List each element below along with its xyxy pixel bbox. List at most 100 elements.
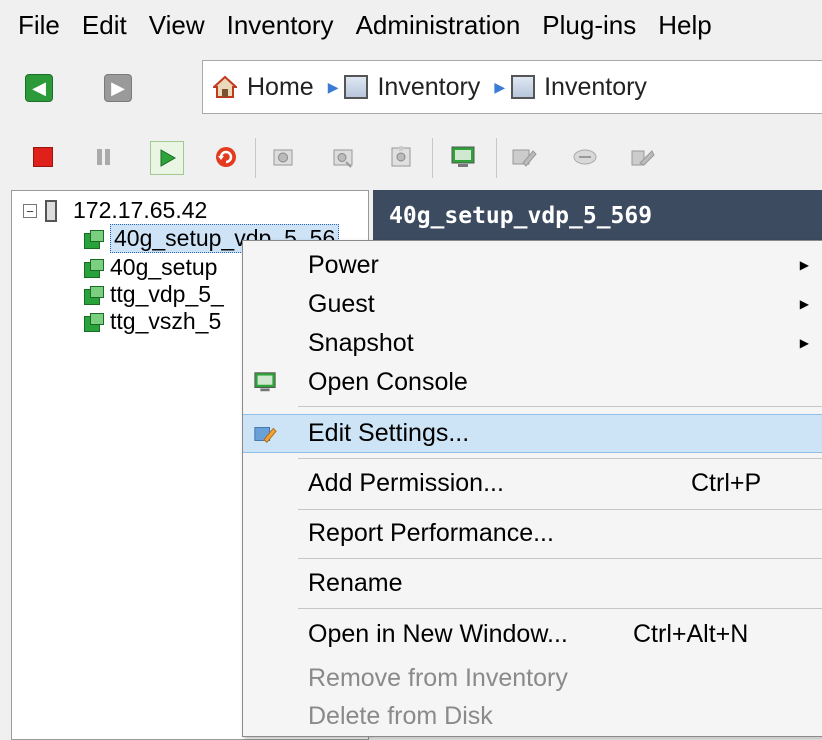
menu-item-shortcut: Ctrl+P (691, 468, 762, 497)
revert-snapshot-icon (333, 149, 353, 168)
menu-item-label: Guest (308, 289, 375, 318)
vm-icon (84, 258, 104, 278)
menu-view[interactable]: View (138, 10, 216, 41)
menu-item-shortcut: Ctrl+Alt+N (633, 619, 749, 648)
menu-item-label: Open Console (308, 367, 468, 396)
menu-item-label: Delete from Disk (308, 701, 493, 730)
menu-separator (298, 406, 822, 407)
vm-icon (84, 312, 104, 332)
tree-vm-label: 40g_setup (110, 254, 218, 280)
edit-settings-icon (254, 426, 277, 443)
breadcrumb-inventory-datastore[interactable]: ▶ Inventory (480, 73, 647, 102)
migrate-button[interactable] (572, 144, 598, 170)
vm-header-title: 40g_setup_vdp_5_569 (373, 190, 822, 242)
breadcrumb-arrow-icon: ▶ (327, 78, 339, 95)
vm-icon (84, 285, 104, 305)
menu-plugins[interactable]: Plug-ins (531, 10, 647, 41)
snapshot-icon (273, 149, 293, 166)
menu-separator (298, 458, 822, 459)
menu-item-label: Remove from Inventory (308, 663, 568, 692)
menu-item-label: Add Permission... (308, 468, 504, 497)
menu-item-label: Report Performance... (308, 518, 554, 547)
toolbar-separator (432, 138, 433, 178)
power-off-icon (33, 147, 53, 167)
inventory-datastore-icon (511, 75, 536, 99)
menu-item-edit-settings[interactable]: Edit Settings... (243, 414, 822, 453)
vm-tools-icon (631, 150, 655, 166)
menu-item-guest[interactable]: Guest ▶ (243, 285, 822, 323)
tree-host-node[interactable]: − 172.17.65.42 (23, 197, 207, 224)
breadcrumb-home-label: Home (247, 72, 314, 101)
menu-item-remove-from-inventory[interactable]: Remove from Inventory (243, 659, 822, 697)
menu-item-label: Snapshot (308, 328, 414, 357)
breadcrumb-inventory-vms[interactable]: ▶ Inventory (314, 73, 481, 102)
menu-item-report-performance[interactable]: Report Performance... (243, 514, 822, 552)
menu-separator (298, 608, 822, 609)
menu-item-label: Power (308, 250, 379, 279)
menu-item-power[interactable]: Power ▶ (243, 246, 822, 284)
edit-settings-icon (512, 149, 537, 167)
submenu-arrow-icon: ▶ (799, 336, 809, 350)
console-button[interactable] (450, 144, 476, 170)
navigation-bar: ◀ ▶ Home ▶ Inventory ▶ Inventory (0, 58, 822, 116)
tree-vm-label: ttg_vszh_5 (110, 308, 222, 334)
suspend-icon (96, 149, 110, 165)
snapshot-manager-icon (391, 146, 411, 167)
menu-item-label: Edit Settings... (308, 419, 470, 447)
menu-item-label: Open in New Window... (308, 619, 568, 648)
menu-item-snapshot[interactable]: Snapshot ▶ (243, 324, 822, 362)
edit-settings-button[interactable] (511, 144, 537, 170)
home-icon (211, 75, 239, 99)
suspend-button[interactable] (90, 144, 116, 170)
console-icon (254, 372, 276, 392)
arrow-left-icon: ◀ (32, 77, 46, 98)
menu-inventory[interactable]: Inventory (216, 10, 345, 41)
menu-item-open-new-window[interactable]: Open in New Window... Ctrl+Alt+N (243, 615, 822, 653)
back-button[interactable]: ◀ (25, 74, 53, 102)
migrate-icon (573, 149, 597, 165)
power-off-button[interactable] (30, 144, 56, 170)
collapse-icon[interactable]: − (23, 203, 37, 218)
menu-file[interactable]: File (0, 10, 71, 41)
menu-edit[interactable]: Edit (71, 10, 138, 41)
tree-vm-node[interactable]: ttg_vdp_5_ (84, 281, 224, 308)
menu-help[interactable]: Help (647, 10, 722, 41)
snapshot-manager-button[interactable] (388, 144, 414, 170)
vm-icon (84, 229, 104, 249)
tree-vm-node[interactable]: 40g_setup (84, 254, 217, 281)
snapshot-button[interactable] (270, 144, 296, 170)
arrow-right-icon: ▶ (111, 77, 125, 98)
breadcrumb-home[interactable]: Home (203, 73, 314, 102)
menu-item-rename[interactable]: Rename (243, 564, 822, 602)
toolbar (0, 126, 822, 188)
menu-bar: File Edit View Inventory Administration … (0, 0, 822, 50)
power-on-icon (160, 149, 177, 167)
breadcrumb-inventory-label: Inventory (544, 72, 647, 101)
menu-item-add-permission[interactable]: Add Permission... Ctrl+P (243, 464, 822, 502)
vm-tools-button[interactable] (630, 144, 656, 170)
context-menu: Power ▶ Guest ▶ Snapshot ▶ Open Console … (242, 240, 822, 737)
breadcrumb-inventory-label: Inventory (377, 72, 481, 101)
menu-item-label: Rename (308, 568, 403, 597)
breadcrumb-arrow-icon: ▶ (494, 78, 506, 95)
host-label: 172.17.65.42 (73, 197, 208, 223)
reset-icon (216, 147, 236, 167)
breadcrumb: Home ▶ Inventory ▶ Inventory (202, 60, 822, 114)
power-on-button[interactable] (150, 141, 184, 175)
toolbar-separator (255, 138, 256, 178)
revert-snapshot-button[interactable] (330, 144, 356, 170)
forward-button[interactable]: ▶ (104, 74, 132, 102)
menu-separator (298, 558, 822, 559)
tree-vm-label: ttg_vdp_5_ (110, 281, 224, 307)
menu-item-open-console[interactable]: Open Console (243, 363, 822, 401)
reset-button[interactable] (213, 144, 239, 170)
tree-vm-node[interactable]: ttg_vszh_5 (84, 308, 221, 335)
console-icon (451, 146, 475, 167)
toolbar-separator (496, 138, 497, 178)
submenu-arrow-icon: ▶ (799, 297, 809, 311)
menu-separator (298, 509, 822, 510)
submenu-arrow-icon: ▶ (799, 258, 809, 272)
host-icon (45, 199, 57, 222)
menu-item-delete-from-disk[interactable]: Delete from Disk (243, 697, 822, 735)
menu-administration[interactable]: Administration (345, 10, 532, 41)
